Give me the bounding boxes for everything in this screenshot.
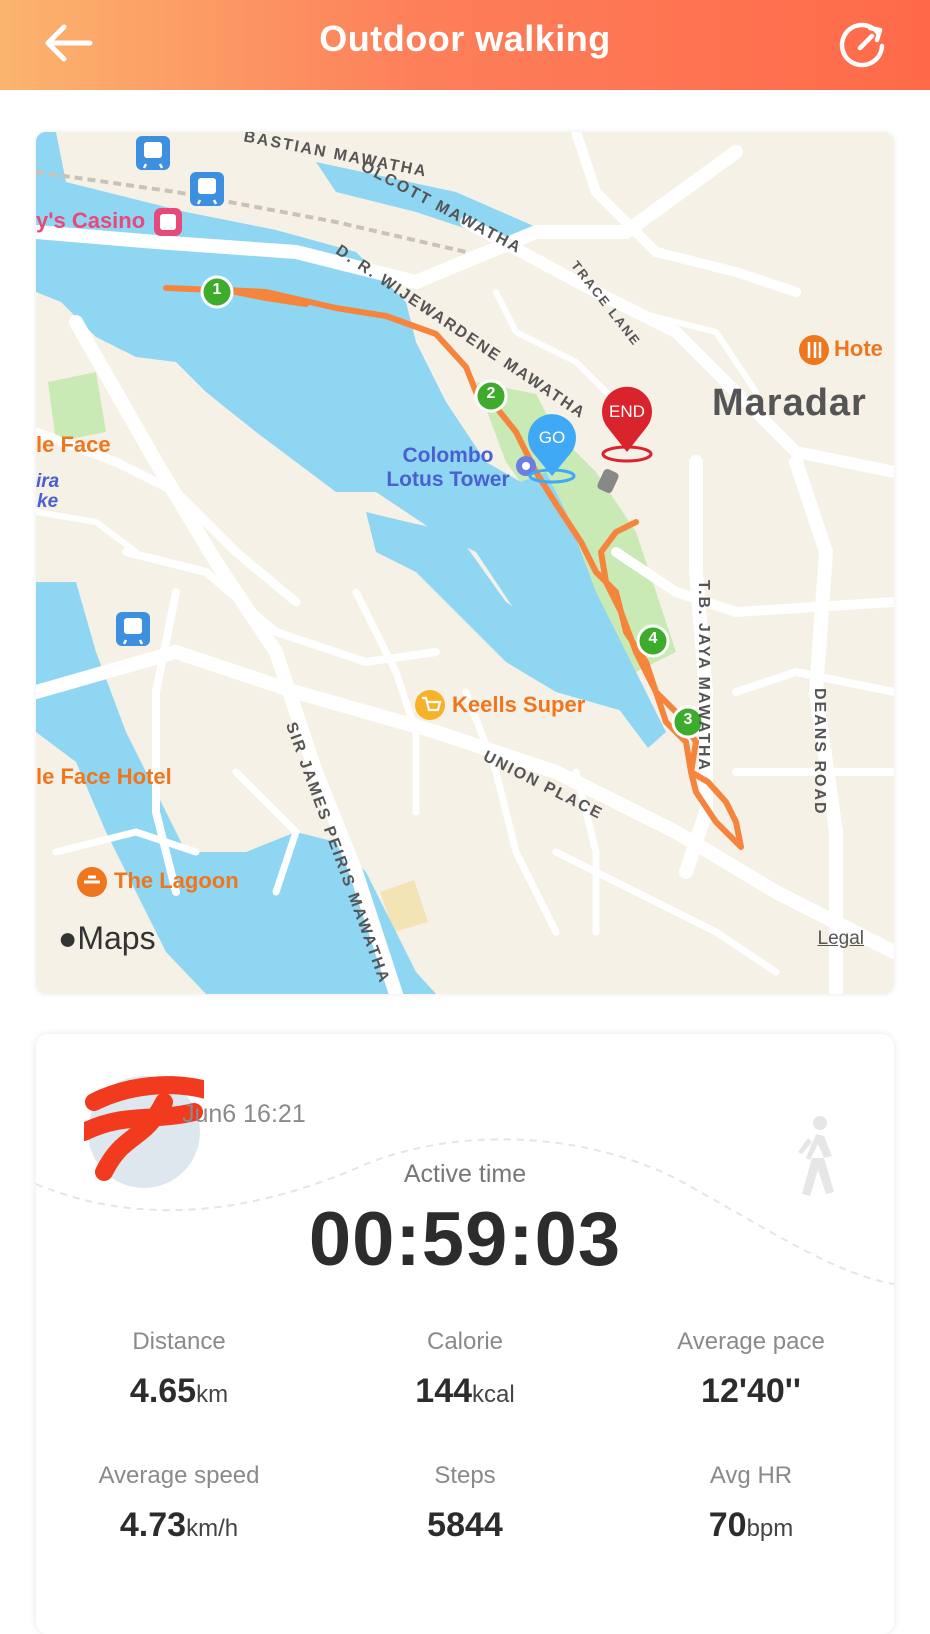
go-pin-icon	[528, 414, 576, 484]
metric-distance: Distance 4.65km	[36, 1328, 322, 1411]
metric-label: Distance	[132, 1328, 226, 1355]
workout-summary-card: Jun6 16:21 Active time 00:59:03 Distance…	[36, 1034, 894, 1634]
end-pin-icon	[601, 386, 653, 463]
metric-value: 70	[708, 1506, 747, 1544]
train-station-icon	[116, 612, 150, 646]
km-marker-2-label: 2	[486, 385, 496, 402]
metric-value: 12'40''	[701, 1372, 801, 1410]
metric-average-speed: Average speed 4.73km/h	[36, 1462, 322, 1545]
casino-icon	[154, 208, 182, 236]
metric-average-pace: Average pace 12'40''	[608, 1328, 894, 1411]
metric-label: Average speed	[98, 1462, 260, 1489]
hotel-icon	[799, 335, 829, 365]
poi-casino[interactable]: y's Casino	[36, 208, 145, 234]
route-map[interactable]: BASTIAN MAWATHA OLCOTT MAWATHA D. R. WIJ…	[36, 132, 894, 994]
go-marker-label: GO	[538, 428, 566, 447]
apple-logo-icon: ●	[58, 920, 78, 956]
active-time-value: 00:59:03	[308, 1197, 622, 1282]
share-refresh-icon[interactable]	[834, 16, 890, 72]
train-station-icon	[136, 136, 170, 170]
poi-lotus-tower-line2: Lotus Tower	[386, 468, 510, 491]
poi-ira-line2: ke	[37, 491, 59, 512]
metric-steps: Steps 5844	[322, 1462, 608, 1545]
workout-datetime: Jun6 16:21	[182, 1100, 306, 1128]
metric-value: 4.73	[119, 1506, 187, 1544]
km-marker-4-label: 4	[648, 630, 658, 647]
poi-face[interactable]: le Face	[36, 432, 111, 458]
metric-label: Steps	[434, 1462, 496, 1489]
metric-avg-hr: Avg HR 70bpm	[608, 1462, 894, 1545]
metric-unit: km	[196, 1381, 229, 1408]
metric-value: 5844	[427, 1506, 503, 1544]
poi-ira: ira ke	[36, 472, 59, 512]
road-label-tb-jaya: T.B. JAYA MAWATHA	[695, 580, 712, 772]
road-label-deans: DEANS ROAD	[811, 688, 828, 816]
poi-keells[interactable]: Keells Super	[452, 692, 585, 718]
metric-calorie: Calorie 144kcal	[322, 1328, 608, 1411]
city-label: Maradar	[712, 382, 867, 424]
poi-hotel[interactable]: Hote	[834, 336, 883, 362]
active-time-label: Active time	[403, 1160, 527, 1188]
metric-unit: kcal	[472, 1381, 515, 1408]
apple-maps-logo: ●Maps	[58, 920, 156, 957]
end-marker-label: END	[609, 402, 645, 421]
km-marker-1-label: 1	[212, 281, 222, 298]
metric-unit: km/h	[186, 1515, 239, 1542]
poi-lotus-tower[interactable]: Colombo Lotus Tower	[380, 444, 516, 492]
km-marker-3-label: 3	[683, 711, 693, 728]
restaurant-icon	[77, 867, 107, 897]
maps-attribution: Maps	[77, 920, 156, 956]
legal-link[interactable]: Legal	[818, 928, 865, 950]
metric-label: Average pace	[677, 1328, 825, 1355]
metric-value: 144	[415, 1372, 473, 1410]
metric-unit: bpm	[746, 1515, 794, 1542]
poi-lagoon[interactable]: The Lagoon	[114, 868, 239, 894]
poi-lotus-tower-line1: Colombo	[402, 444, 494, 467]
map-canvas	[36, 132, 894, 994]
metric-label: Avg HR	[709, 1462, 793, 1489]
train-station-icon	[190, 172, 224, 206]
header-bar: Outdoor walking	[0, 0, 930, 90]
shopping-cart-icon	[415, 690, 445, 720]
page-title: Outdoor walking	[319, 18, 611, 59]
poi-face-hotel[interactable]: le Face Hotel	[36, 764, 172, 790]
metric-label: Calorie	[426, 1328, 504, 1355]
metric-value: 4.65	[129, 1372, 197, 1410]
poi-ira-line1: ira	[36, 471, 60, 492]
